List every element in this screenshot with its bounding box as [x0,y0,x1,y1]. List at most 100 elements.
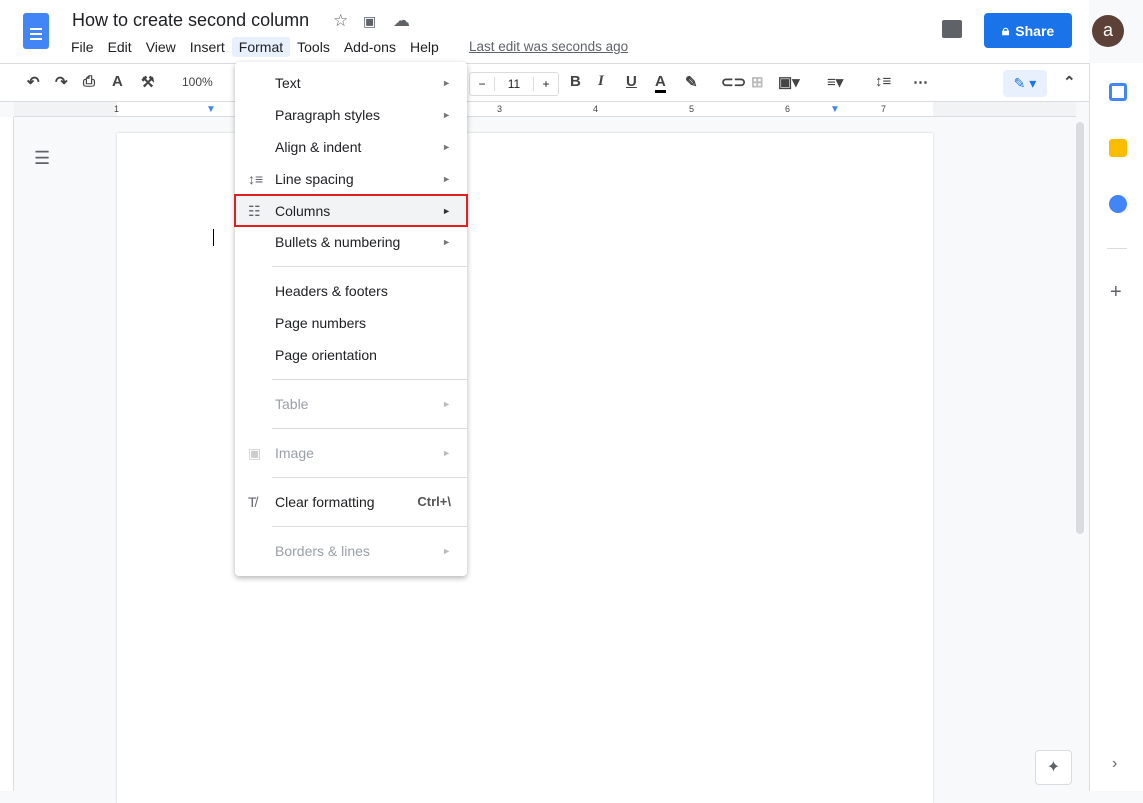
scrollbar[interactable] [1076,122,1084,534]
highlight-icon[interactable]: ✎ [685,73,698,91]
menu-item-image: ▣ Image ► [235,437,467,469]
menu-item-page-numbers[interactable]: Page numbers [235,307,467,339]
menu-item-clear-formatting[interactable]: T̸ Clear formatting Ctrl+\ [235,486,467,518]
shortcut: Ctrl+\ [417,494,451,509]
submenu-arrow-icon: ► [442,142,451,152]
link-icon[interactable]: ⊂⊃ [721,73,746,91]
submenu-arrow-icon: ► [442,237,451,247]
submenu-arrow-icon: ► [442,110,451,120]
menu-file[interactable]: File [64,37,101,57]
ruler-number: 7 [881,104,887,114]
ruler-number: 3 [497,104,503,114]
menu-item-borders-lines: Borders & lines ► [235,535,467,567]
cloud-saved-icon: ☁ [393,11,410,30]
submenu-arrow-icon: ► [442,174,451,184]
ruler-number: 1 [114,104,120,114]
move-folder-icon[interactable]: ▣ [363,13,376,30]
add-comment-icon[interactable]: ⊞ [751,73,764,91]
menu-format[interactable]: Format [231,37,291,57]
submenu-arrow-icon: ► [442,399,451,409]
menu-separator [272,379,467,380]
editing-mode-button[interactable]: ✎ ▾ [1003,70,1047,97]
format-menu: Text ► Paragraph styles ► Align & indent ► … [234,62,468,576]
label: Line spacing [275,171,354,187]
menu-view[interactable]: View [139,37,183,57]
last-edit-link[interactable]: Last edit was seconds ago [469,39,628,54]
collapse-icon[interactable]: ⌃ [1063,73,1076,91]
menu-separator [272,477,467,478]
submenu-arrow-icon: ► [442,206,451,216]
menu-item-columns[interactable]: ☷ Columns ► [234,194,468,227]
document-outline-icon[interactable]: ☰ [34,148,50,169]
menu-bar: File Edit View Insert Format Tools Add-o… [64,37,446,57]
share-button[interactable]: 🔒︎ Share [984,13,1072,48]
label: Table [275,396,309,412]
vertical-ruler[interactable] [0,117,14,791]
star-icon[interactable]: ☆ [333,11,348,31]
font-size-input[interactable]: 11 [493,77,535,91]
menu-separator [272,428,467,429]
align-icon[interactable]: ≡▾ [827,73,843,91]
label: Page orientation [275,347,377,363]
label: Align & indent [275,139,362,155]
redo-icon[interactable]: ↷ [55,73,68,91]
bold-icon[interactable]: B [570,73,581,90]
line-spacing-icon[interactable]: ↕≡ [875,73,891,90]
undo-icon[interactable]: ↶ [27,73,40,91]
menu-separator [272,526,467,527]
menu-separator [272,266,467,267]
menu-item-text[interactable]: Text ► [235,67,467,99]
share-label: Share [1015,22,1055,39]
label: Paragraph styles [275,107,381,123]
label: Headers & footers [275,283,388,299]
menu-item-align-indent[interactable]: Align & indent ► [235,131,467,163]
label: Image [275,445,314,461]
docs-logo-icon[interactable] [23,13,49,49]
menu-edit[interactable]: Edit [101,37,139,57]
label: Borders & lines [275,543,370,559]
more-icon[interactable]: ⋯ [913,73,928,91]
ruler-number: 4 [593,104,599,114]
calendar-icon[interactable] [1109,83,1127,101]
right-indent-marker[interactable]: ▼ [830,104,840,115]
avatar[interactable]: a [1092,15,1124,47]
label: Columns [275,203,331,219]
label: Clear formatting [275,494,375,510]
keep-icon[interactable] [1109,139,1127,157]
side-panel: + › [1089,63,1143,791]
menu-item-paragraph-styles[interactable]: Paragraph styles ► [235,99,467,131]
decrease-font-icon[interactable]: − [470,77,494,91]
menu-tools[interactable]: Tools [290,37,337,57]
zoom-select[interactable]: 100% [182,75,213,89]
divider [1107,248,1127,249]
menu-addons[interactable]: Add-ons [337,37,403,57]
print-icon[interactable]: ⎙ [83,73,95,90]
document-title[interactable]: How to create second column [72,10,309,31]
add-addon-icon[interactable]: + [1110,281,1122,304]
increase-font-icon[interactable]: + [534,77,558,91]
insert-image-icon[interactable]: ▣▾ [778,73,800,91]
text-color-icon[interactable]: A [655,73,666,93]
font-size-stepper[interactable]: −11 + [469,72,559,96]
paint-format-icon[interactable]: ⚒ [141,73,154,91]
ruler-number: 6 [785,104,791,114]
menu-item-page-orientation[interactable]: Page orientation [235,339,467,371]
label: Text [275,75,301,91]
tasks-icon[interactable] [1109,195,1127,213]
explore-button[interactable]: ✦ [1035,750,1072,785]
expand-panel-icon[interactable]: › [1112,755,1117,773]
menu-item-headers-footers[interactable]: Headers & footers [235,275,467,307]
menu-item-bullets-numbering[interactable]: Bullets & numbering ► [235,226,467,258]
italic-icon[interactable]: I [598,73,604,90]
clear-formatting-icon: T̸ [248,494,257,510]
menu-item-line-spacing[interactable]: ↕≡ Line spacing ► [235,163,467,195]
menu-help[interactable]: Help [403,37,446,57]
left-indent-marker[interactable]: ▼ [206,104,216,115]
submenu-arrow-icon: ► [442,546,451,556]
spellcheck-icon[interactable]: A [112,73,123,90]
toolbar: ↶ ↷ ⎙ A ⚒ 100% −11 + B I U A ✎ ⊂⊃ ⊞ ▣▾ ≡▾… [0,63,1089,102]
submenu-arrow-icon: ► [442,448,451,458]
menu-insert[interactable]: Insert [183,37,232,57]
underline-icon[interactable]: U [626,73,637,90]
comment-history-icon[interactable] [942,20,962,38]
